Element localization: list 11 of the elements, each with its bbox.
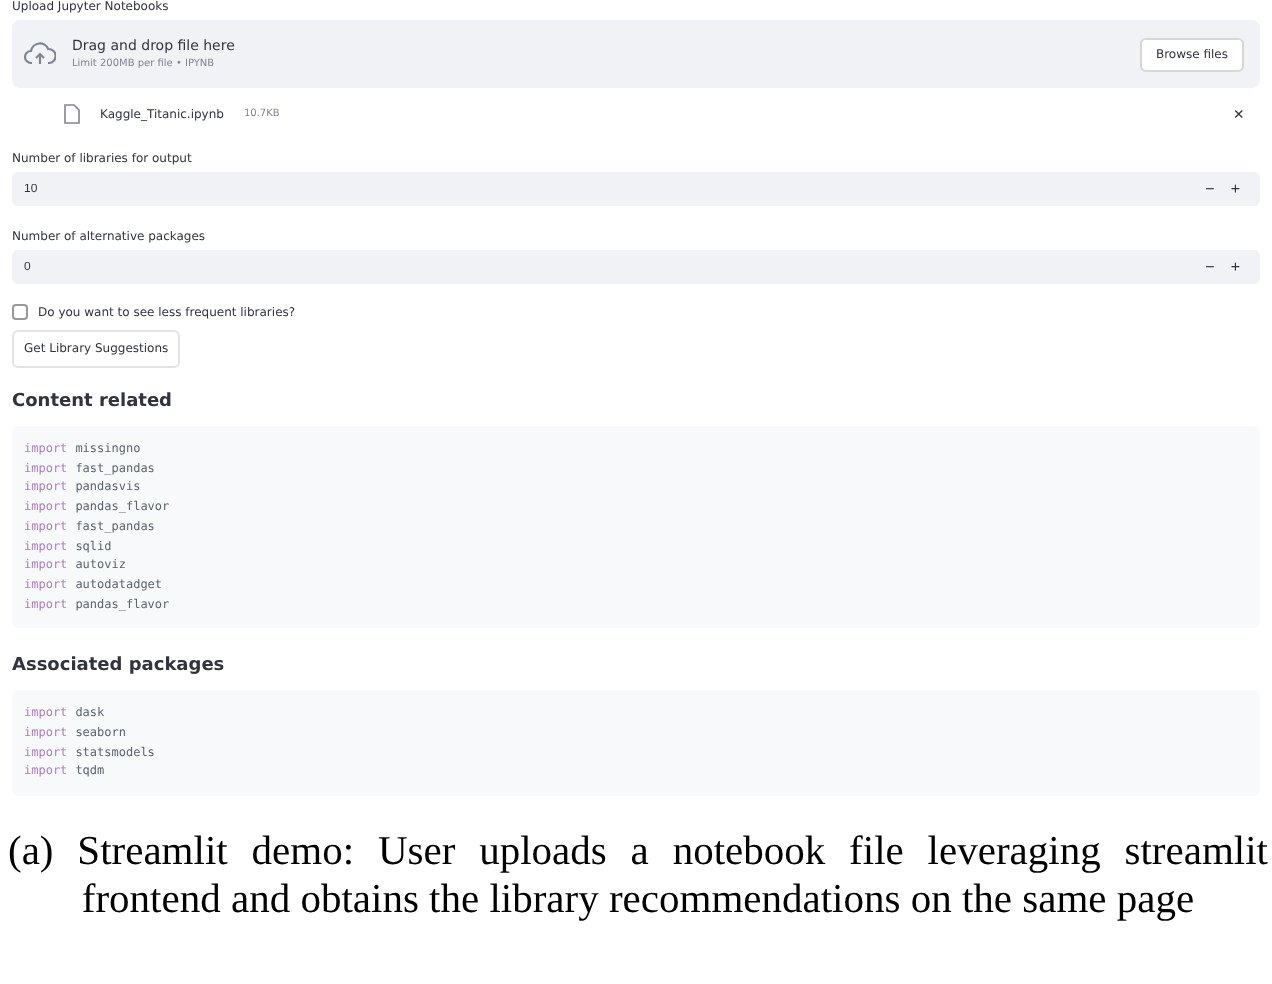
- remove-file-button[interactable]: ×: [1233, 104, 1244, 124]
- section-heading: Content related: [12, 392, 174, 412]
- cloud-upload-icon: [24, 42, 56, 66]
- checkbox[interactable]: [12, 304, 28, 320]
- increment-button[interactable]: +: [1222, 258, 1248, 276]
- decrement-button[interactable]: −: [1197, 180, 1223, 198]
- increment-button[interactable]: +: [1222, 180, 1248, 198]
- decrement-button[interactable]: −: [1197, 258, 1223, 276]
- file-icon: [64, 104, 80, 124]
- section-heading: Associated packages: [12, 656, 227, 677]
- figure-caption: (a) Streamlit demo: User uploads a notebook file leveraging streamlit frontend and obtains the library recommendations on the same page: [8, 828, 1268, 925]
